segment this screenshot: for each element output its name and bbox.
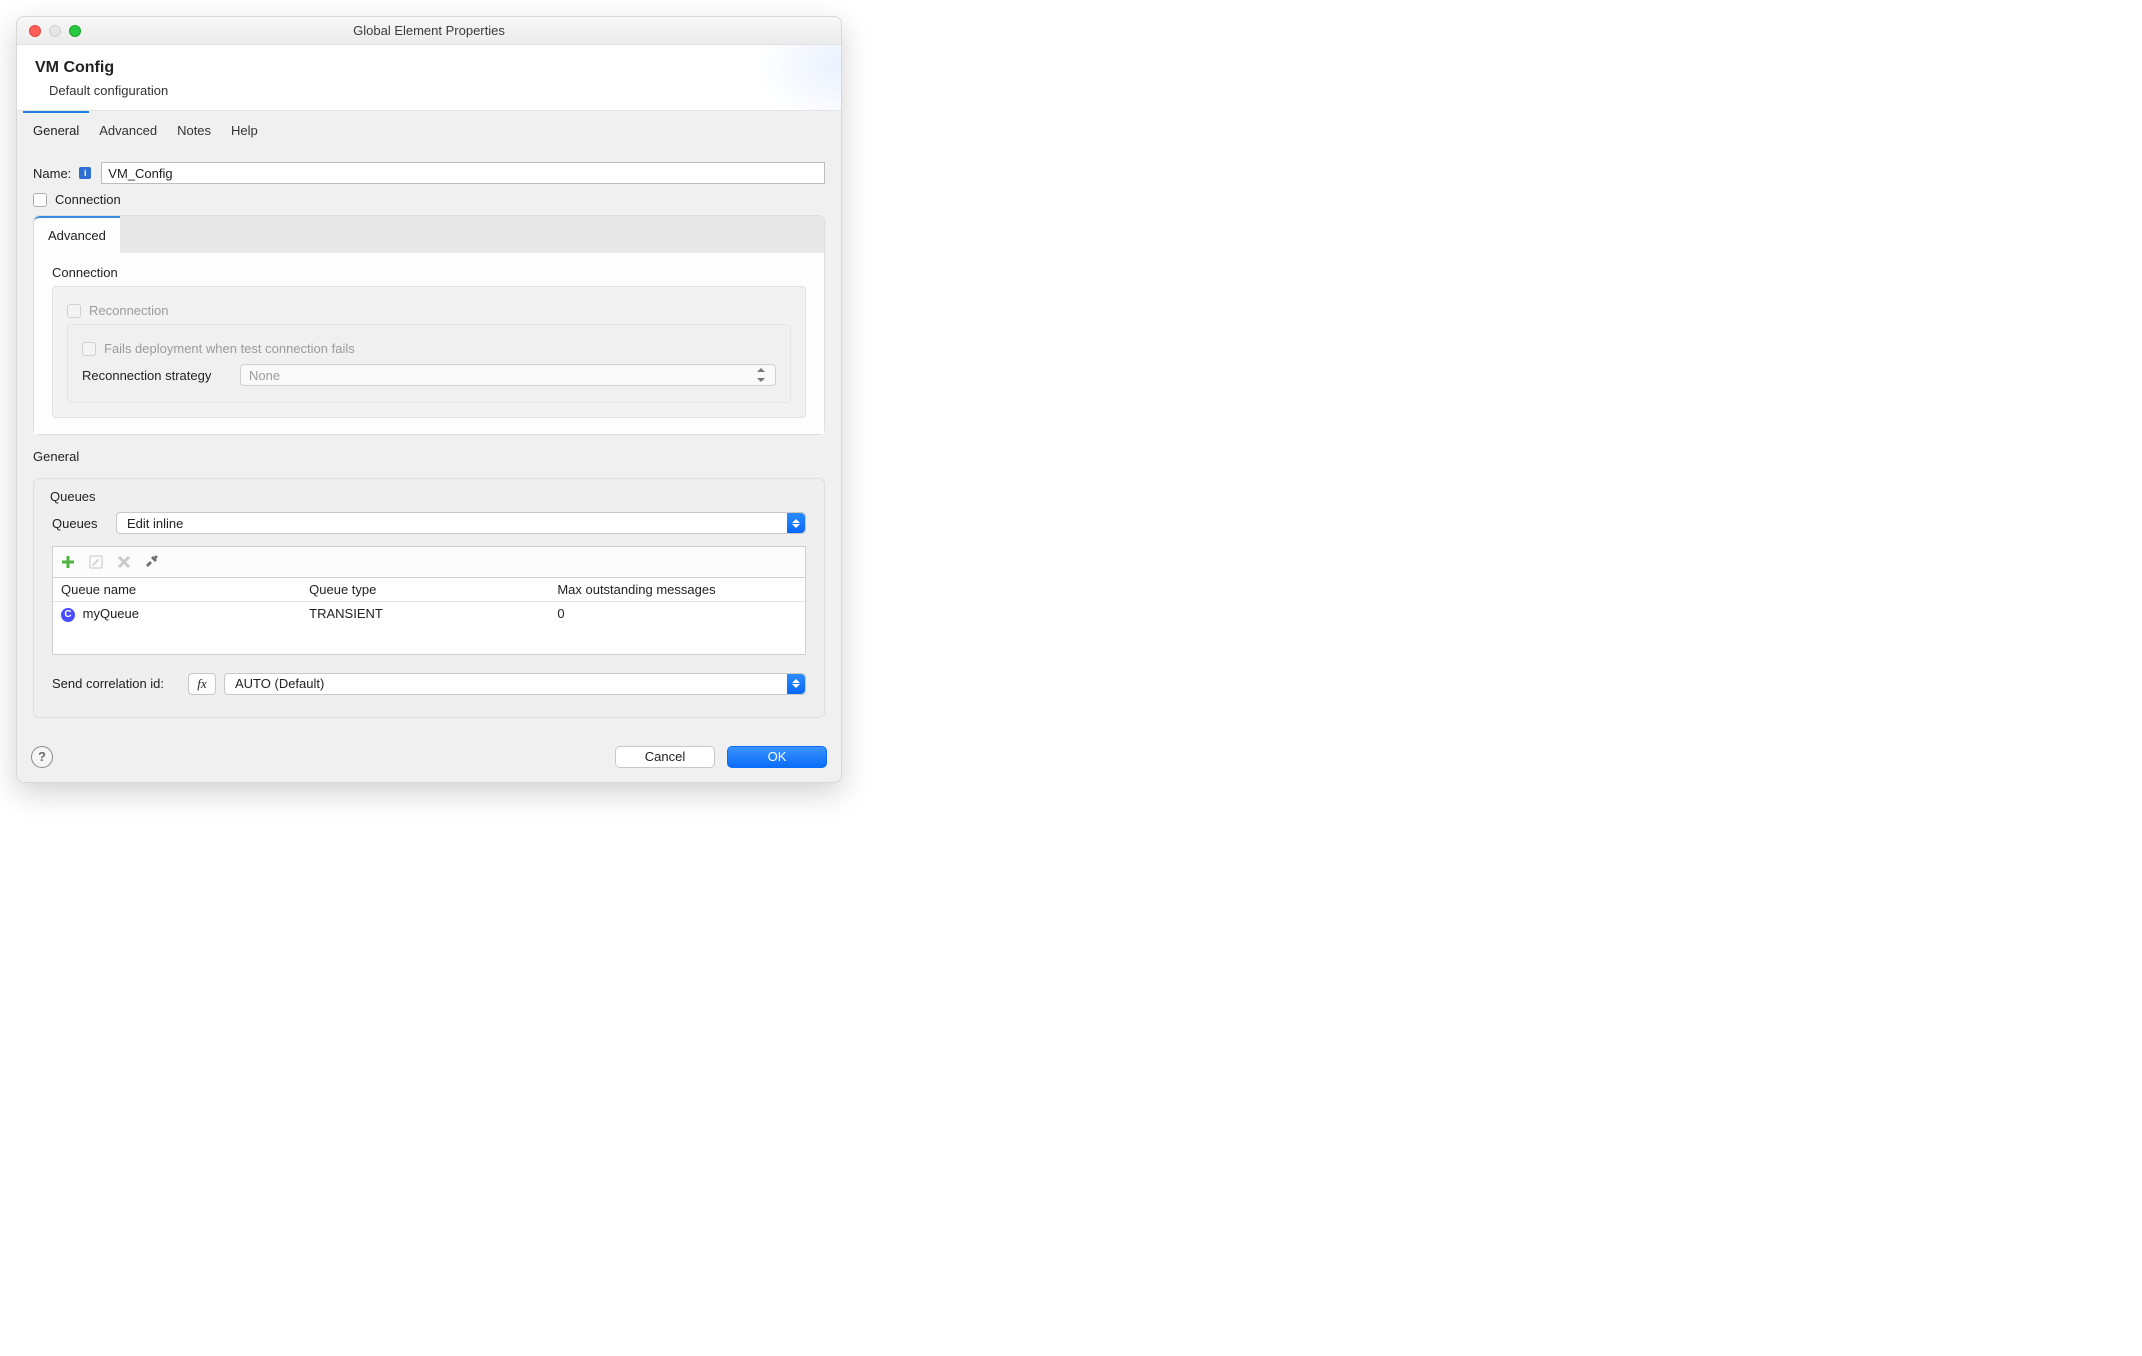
add-button[interactable] <box>57 551 79 573</box>
name-input[interactable] <box>101 162 825 184</box>
queues-mode-value: Edit inline <box>127 516 183 531</box>
titlebar: Global Element Properties <box>17 17 841 45</box>
tab-general[interactable]: General <box>23 111 89 146</box>
col-queue-type: Queue type <box>301 578 549 601</box>
connection-section-title: Connection <box>52 265 806 280</box>
cancel-button[interactable]: Cancel <box>615 746 715 768</box>
main-tabs: General Advanced Notes Help <box>17 110 841 146</box>
reconnection-strategy-select[interactable]: None <box>240 364 776 386</box>
delete-button <box>113 551 135 573</box>
fails-deployment-label: Fails deployment when test connection fa… <box>104 341 355 356</box>
edit-button <box>85 551 107 573</box>
window-title: Global Element Properties <box>17 23 841 38</box>
cell-queue-name: myQueue <box>83 606 139 621</box>
queue-icon: C <box>61 608 75 622</box>
tab-help[interactable]: Help <box>221 113 268 146</box>
subtab-advanced[interactable]: Advanced <box>34 216 120 253</box>
connection-checkbox[interactable] <box>33 193 47 207</box>
queues-label: Queues <box>52 516 108 531</box>
plus-icon <box>61 555 75 569</box>
tab-advanced[interactable]: Advanced <box>89 113 167 146</box>
fx-button[interactable]: fx <box>188 673 216 695</box>
pencil-icon <box>89 555 103 569</box>
tab-panel-general: Name: i Connection Advanced Connection R… <box>17 146 841 732</box>
help-icon: ? <box>38 749 46 764</box>
dialog-window: Global Element Properties VM Config Defa… <box>16 16 842 783</box>
queue-toolbar <box>52 546 806 578</box>
connection-label: Connection <box>55 192 121 207</box>
page-title: VM Config <box>35 59 823 77</box>
table-row[interactable]: C myQueue TRANSIENT 0 <box>53 602 805 626</box>
dialog-footer: ? Cancel OK <box>17 732 841 782</box>
correlation-value: AUTO (Default) <box>235 676 324 691</box>
ok-label: OK <box>768 749 787 764</box>
reconnection-checkbox <box>67 304 81 318</box>
tools-button[interactable] <box>141 551 163 573</box>
chevron-updown-icon <box>787 674 805 694</box>
chevron-updown-icon <box>755 368 767 382</box>
ok-button[interactable]: OK <box>727 746 827 768</box>
cancel-label: Cancel <box>645 749 685 764</box>
col-queue-name: Queue name <box>53 578 301 601</box>
name-label: Name: <box>33 166 71 181</box>
page-subtitle: Default configuration <box>49 83 823 98</box>
reconnection-strategy-label: Reconnection strategy <box>82 368 232 383</box>
queues-mode-select[interactable]: Edit inline <box>116 512 806 534</box>
wrench-hammer-icon <box>144 554 160 570</box>
reconnection-label: Reconnection <box>89 303 169 318</box>
x-icon <box>117 555 131 569</box>
reconnection-strategy-value: None <box>249 368 280 383</box>
help-button[interactable]: ? <box>31 746 53 768</box>
chevron-updown-icon <box>787 513 805 533</box>
general-group: Queues Queues Edit inline <box>33 478 825 718</box>
queues-title: Queues <box>50 489 806 504</box>
connection-advanced-panel: Advanced Connection Reconnection Fails d… <box>33 215 825 435</box>
correlation-label: Send correlation id: <box>52 676 180 691</box>
queues-table: Queue name Queue type Max outstanding me… <box>52 578 806 655</box>
tab-notes[interactable]: Notes <box>167 113 221 146</box>
dialog-header: VM Config Default configuration <box>17 45 841 110</box>
general-section-title: General <box>33 449 825 464</box>
fails-deployment-checkbox <box>82 342 96 356</box>
header-decoration <box>721 45 841 110</box>
correlation-select[interactable]: AUTO (Default) <box>224 673 806 695</box>
info-icon: i <box>79 167 91 179</box>
col-max-outstanding: Max outstanding messages <box>549 578 805 601</box>
fx-label: fx <box>197 676 206 692</box>
cell-queue-type: TRANSIENT <box>301 602 549 626</box>
cell-max-outstanding: 0 <box>549 602 805 626</box>
